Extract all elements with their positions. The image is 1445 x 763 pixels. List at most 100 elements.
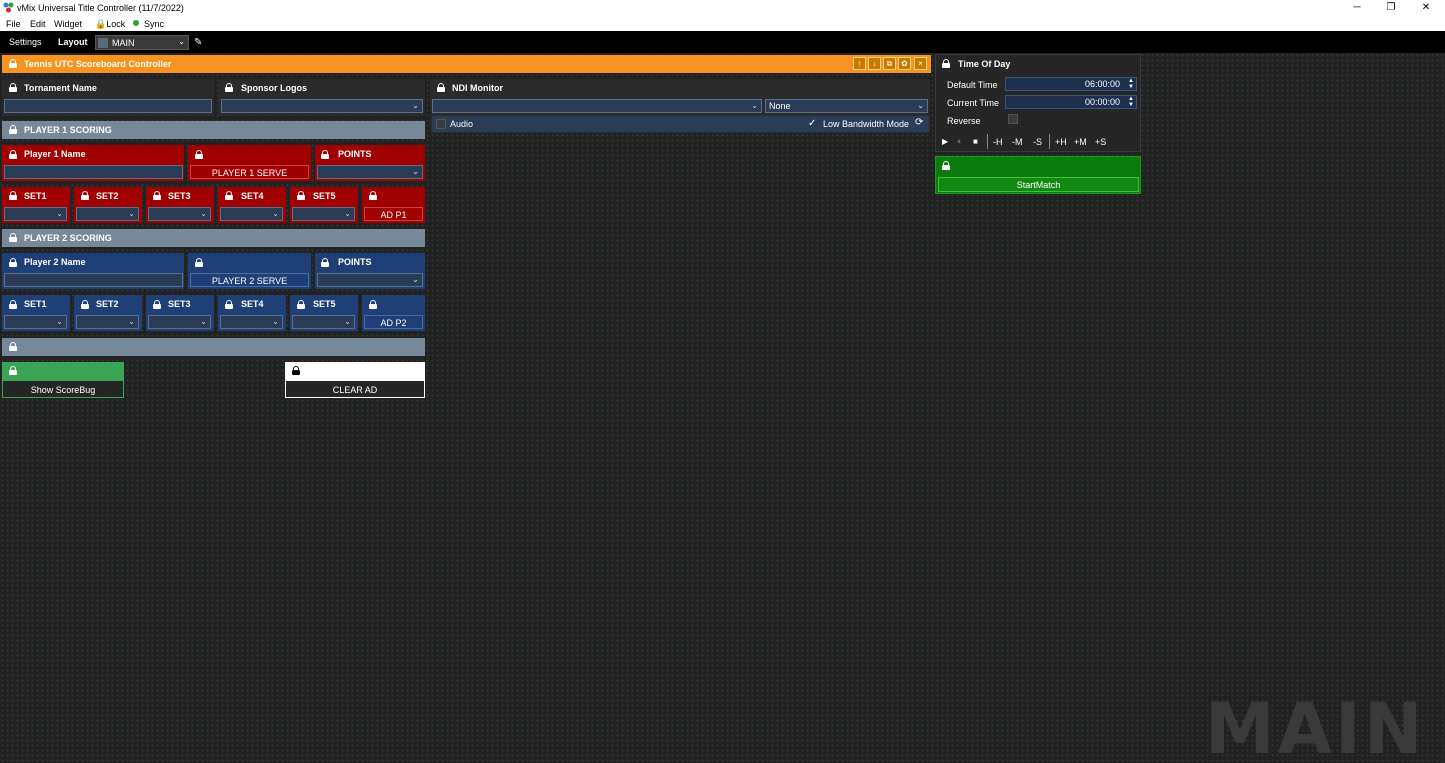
pause-icon[interactable]: ⏸ [957,137,961,147]
lock-icon[interactable] [297,191,305,200]
player2-points-select[interactable]: ⌄ [317,273,423,287]
layout-tab[interactable]: Layout [58,37,88,47]
clear-ad-button[interactable]: CLEAR AD [285,380,425,398]
player1-points-label: POINTS [338,149,372,159]
menu-edit[interactable]: Edit [30,19,46,29]
edit-layout-icon[interactable]: ✎ [194,37,202,48]
show-scorebug-button[interactable]: Show ScoreBug [2,380,124,398]
move-down-icon[interactable]: ↓ [868,57,881,70]
lock-icon[interactable] [9,59,17,68]
chevron-down-icon: ⌄ [200,317,207,326]
plus-hour-button[interactable]: +H [1055,137,1067,147]
lock-icon[interactable] [195,258,203,267]
audio-label: Audio [450,119,474,129]
lock-icon[interactable] [225,300,233,309]
lock-icon[interactable] [225,83,233,92]
player1-set4-select[interactable]: ⌄ [220,207,283,221]
start-match-button[interactable]: StartMatch [938,177,1139,192]
menu-sync[interactable]: Sync [144,19,164,29]
ad-p2-button[interactable]: AD P2 [364,315,423,329]
settings-tab[interactable]: Settings [9,37,42,47]
minus-minute-button[interactable]: -M [1012,137,1023,147]
current-time-input[interactable]: 00:00:00 ▲ ▼ [1005,95,1137,109]
lock-icon[interactable] [153,191,161,200]
lock-icon[interactable] [437,83,445,92]
stop-icon[interactable]: ■ [973,137,978,146]
checkmark-icon[interactable]: ✓ [808,118,816,129]
default-time-input[interactable]: 06:00:00 ▲ ▼ [1005,77,1137,91]
lock-icon[interactable] [225,191,233,200]
lock-icon[interactable] [297,300,305,309]
player1-name-input[interactable] [4,165,183,179]
spinner-icon[interactable]: ▲ ▼ [1128,96,1134,108]
lock-icon[interactable] [9,83,17,92]
player1-serve-button[interactable]: PLAYER 1 SERVE [190,165,309,179]
plus-second-button[interactable]: +S [1095,137,1106,147]
menu-lock[interactable]: 🔒Lock [95,19,125,30]
player2-set3-select[interactable]: ⌄ [148,315,211,329]
copy-icon[interactable]: ⧉ [883,57,896,70]
player1-set3-select[interactable]: ⌄ [148,207,211,221]
lock-icon[interactable] [9,300,17,309]
lock-icon[interactable] [9,125,17,134]
close-button[interactable]: ✕ [1409,0,1443,16]
player2-serve-button[interactable]: PLAYER 2 SERVE [190,273,309,287]
ndi-source-select[interactable]: ⌄ [432,99,762,113]
lock-icon[interactable] [81,300,89,309]
restore-button[interactable]: ❐ [1374,0,1408,16]
lock-icon[interactable] [321,258,329,267]
set-label: SET1 [24,299,47,309]
audio-checkbox[interactable] [436,119,446,129]
lock-icon[interactable] [321,150,329,159]
player2-name-input[interactable] [4,273,183,287]
low-bandwidth-label: Low Bandwidth Mode [823,119,910,129]
chevron-down-icon: ⌄ [178,37,185,46]
lock-icon[interactable] [153,300,161,309]
player1-name-label: Player 1 Name [24,149,86,159]
lock-icon[interactable] [9,150,17,159]
player1-points-select[interactable]: ⌄ [317,165,423,179]
player1-set5-select[interactable]: ⌄ [292,207,355,221]
chevron-down-icon: ⌄ [128,209,135,218]
player2-set4-select[interactable]: ⌄ [220,315,283,329]
close-icon[interactable]: × [914,57,927,70]
set-label: SET5 [313,191,336,201]
chevron-down-icon: ⌄ [917,101,924,110]
lock-icon[interactable] [369,300,377,309]
gear-icon[interactable]: ✿ [898,57,911,70]
lock-icon[interactable] [81,191,89,200]
ndi-output-select[interactable]: None ⌄ [765,99,928,113]
play-icon[interactable]: ▶ [942,137,948,146]
minimize-button[interactable]: ─ [1340,0,1374,16]
minus-hour-button[interactable]: -H [993,137,1003,147]
lock-icon[interactable] [9,342,17,351]
lock-icon[interactable] [9,366,17,375]
move-up-icon[interactable]: ↑ [853,57,866,70]
sponsor-logos-select[interactable]: ⌄ [221,99,423,113]
plus-minute-button[interactable]: +M [1074,137,1087,147]
lock-icon[interactable] [9,233,17,242]
layout-select[interactable]: MAIN ⌄ [95,35,189,50]
minus-second-button[interactable]: -S [1033,137,1042,147]
chevron-down-icon: ⌄ [344,209,351,218]
lock-icon[interactable] [942,59,950,68]
player2-set5-select[interactable]: ⌄ [292,315,355,329]
refresh-icon[interactable]: ⟳ [915,117,923,128]
lock-icon[interactable] [292,366,300,375]
tournament-name-input[interactable] [4,99,212,113]
player1-set1-select[interactable]: ⌄ [4,207,67,221]
lock-icon[interactable] [195,150,203,159]
ad-p1-button[interactable]: AD P1 [364,207,423,221]
player2-set1-select[interactable]: ⌄ [4,315,67,329]
spinner-icon[interactable]: ▲ ▼ [1128,78,1134,90]
lock-icon[interactable] [9,258,17,267]
lock-icon[interactable] [942,161,950,170]
set-label: SET2 [96,191,119,201]
menu-file[interactable]: File [6,19,21,29]
lock-icon[interactable] [9,191,17,200]
menu-widget[interactable]: Widget [54,19,82,29]
player1-set2-select[interactable]: ⌄ [76,207,139,221]
reverse-checkbox[interactable] [1008,114,1018,124]
player2-set2-select[interactable]: ⌄ [76,315,139,329]
lock-icon[interactable] [369,191,377,200]
